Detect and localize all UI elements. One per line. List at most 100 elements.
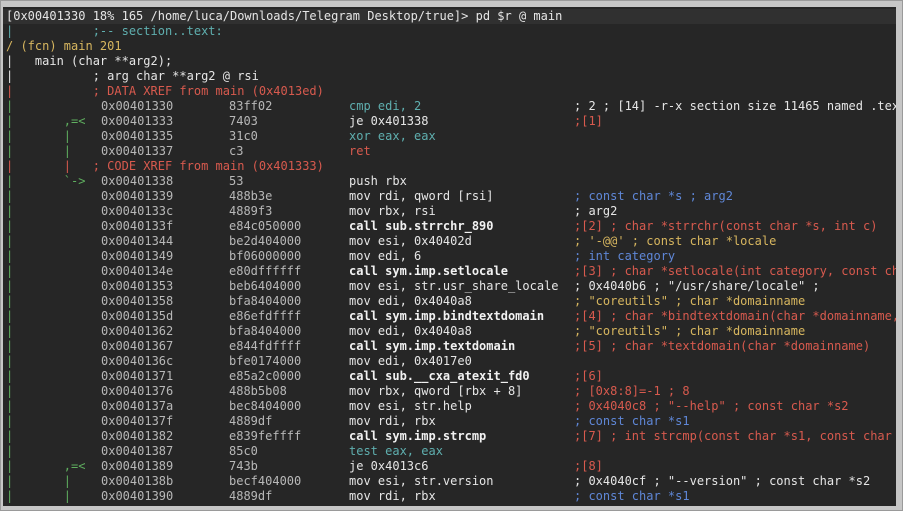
instruction-mnemonic: je 0x4013c6 <box>349 459 429 473</box>
disasm-line: | 0x0040133c 4889f3 mov rbx, rsi ; arg2 <box>3 204 896 219</box>
instruction-address: 0x00401390 <box>101 489 174 503</box>
flow-gutter: | | <box>6 474 72 488</box>
window-frame: [0x00401330 18% 165 /home/luca/Downloads… <box>0 0 903 511</box>
instruction-mnemonic: mov rbx, rsi <box>349 204 436 218</box>
flow-gutter: | <box>6 384 14 398</box>
instruction-bytes: e86efdffff <box>229 309 302 323</box>
instruction-address: 0x0040138b <box>101 474 174 488</box>
disasm-line: | 0x00401376 488b5b08 mov rbx, qword [rbx +… <box>3 384 896 399</box>
instruction-address: 0x0040133c <box>101 204 174 218</box>
disasm-line: | 0x0040137f 4889df mov rdi, rbx ; const cha… <box>3 414 896 429</box>
disasm-line: | 0x0040135d e86efdffff call sym.imp.bindte… <box>3 309 896 324</box>
instruction-address: 0x0040136c <box>101 354 174 368</box>
annotation-line: | ;-- section..text: <box>6 24 223 38</box>
flow-gutter: | <box>6 264 14 278</box>
instruction-mnemonic: mov rdi, qword [rsi] <box>349 189 494 203</box>
instruction-mnemonic: mov edi, 0x4017e0 <box>349 354 472 368</box>
disasm-line: | 0x00401387 85c0 test eax, eax <box>3 444 896 459</box>
flow-gutter: | <box>6 309 14 323</box>
instruction-comment: ;[5] ; char *textdomain(char *domainname… <box>574 339 871 353</box>
flow-gutter: | <box>6 414 14 428</box>
instruction-address: 0x00401376 <box>101 384 174 398</box>
instruction-comment: ; 2 ; [14] -r-x section size 11465 named… <box>574 99 896 113</box>
flow-gutter: | <box>6 99 14 113</box>
instruction-address: 0x00401335 <box>101 129 174 143</box>
instruction-bytes: e844fdffff <box>229 339 302 353</box>
instruction-address: 0x00401371 <box>101 369 174 383</box>
instruction-mnemonic: xor eax, eax <box>349 129 436 143</box>
instruction-bytes: 4889df <box>229 489 273 503</box>
instruction-comment: ;[6] <box>574 369 603 383</box>
disasm-line: | 0x00401362 bfa8404000 mov edi, 0x4040a8 ; … <box>3 324 896 339</box>
disasm-line: | `-> 0x00401338 53 push rbx <box>3 174 896 189</box>
instruction-mnemonic: ret <box>349 144 371 158</box>
instruction-address: 0x0040135d <box>101 309 174 323</box>
flow-gutter: | <box>6 429 14 443</box>
instruction-address: 0x00401358 <box>101 294 174 308</box>
instruction-comment: ; "coreutils" ; char *domainname <box>574 324 806 338</box>
disasm-line: | 0x0040133f e84c050000 call sub.strrchr_89… <box>3 219 896 234</box>
instruction-comment: ;[2] ; char *strrchr(const char *s, int … <box>574 219 878 233</box>
instruction-bytes: bfe0174000 <box>229 354 302 368</box>
instruction-address: 0x00401344 <box>101 234 174 248</box>
instruction-comment: ;[7] ; int strcmp(const char *s1, const … <box>574 429 896 443</box>
flow-gutter: | <box>6 204 14 218</box>
instruction-comment: ; "coreutils" ; char *domainname <box>574 294 806 308</box>
annotation-line: | ; DATA XREF from main (0x4013ed) <box>6 84 324 98</box>
instruction-bytes: e839feffff <box>229 429 302 443</box>
disasm-line: | | 0x00401335 31c0 xor eax, eax <box>3 129 896 144</box>
instruction-bytes: bec8404000 <box>229 399 302 413</box>
disasm-line: | | ; CODE XREF from main (0x401333) <box>3 159 896 174</box>
disasm-line: | | 0x00401337 c3 ret <box>3 144 896 159</box>
instruction-mnemonic: mov esi, 0x40402d <box>349 234 472 248</box>
instruction-address: 0x00401387 <box>101 444 174 458</box>
flow-gutter: | <box>6 249 14 263</box>
instruction-bytes: 743b <box>229 459 258 473</box>
arg-annotation: | ; arg char **arg2 @ rsi <box>6 69 259 83</box>
instruction-comment: ; const char *s ; arg2 <box>574 189 733 203</box>
disasm-line: | ,=< 0x00401333 7403 je 0x401338 ;[1] <box>3 114 896 129</box>
disasm-line: | 0x00401339 488b3e mov rdi, qword [rsi] ; c… <box>3 189 896 204</box>
instruction-mnemonic: test eax, eax <box>349 444 443 458</box>
instruction-address: 0x0040137f <box>101 414 174 428</box>
instruction-bytes: 4889df <box>229 414 273 428</box>
disasm-line: | ;-- section..text: <box>3 24 896 39</box>
prompt-line: [0x00401330 18% 165 /home/luca/Downloads… <box>3 9 896 24</box>
instruction-address: 0x00401367 <box>101 339 174 353</box>
instruction-address: 0x00401389 <box>101 459 174 473</box>
instruction-mnemonic: call sym.imp.textdomain <box>349 339 516 353</box>
instruction-mnemonic: call sym.imp.bindtextdomain <box>349 309 545 323</box>
disasm-line: | 0x00401382 e839feffff call sym.imp.strcmp… <box>3 429 896 444</box>
instruction-bytes: beb6404000 <box>229 279 302 293</box>
flow-gutter: | <box>6 219 14 233</box>
instruction-mnemonic: mov rdi, rbx <box>349 414 436 428</box>
function-header: / (fcn) main 201 <box>6 39 122 53</box>
instruction-address: 0x00401349 <box>101 249 174 263</box>
instruction-bytes: 488b5b08 <box>229 384 287 398</box>
instruction-address: 0x00401362 <box>101 324 174 338</box>
flow-gutter: | <box>6 324 14 338</box>
flow-gutter: | ,=< <box>6 459 86 473</box>
flow-gutter: | `-> <box>6 174 86 188</box>
disasm-line: | 0x00401353 beb6404000 mov esi, str.usr_sh… <box>3 279 896 294</box>
instruction-mnemonic: cmp edi, 2 <box>349 99 422 113</box>
instruction-mnemonic: je 0x401338 <box>349 114 429 128</box>
instruction-comment: ; const char *s1 <box>574 414 690 428</box>
instruction-comment: ; int category <box>574 249 676 263</box>
instruction-address: 0x00401330 <box>101 99 174 113</box>
instruction-comment: ; '-@@' ; const char *locale <box>574 234 777 248</box>
instruction-address: 0x00401337 <box>101 144 174 158</box>
disasm-line: | 0x00401344 be2d404000 mov esi, 0x40402d ; … <box>3 234 896 249</box>
instruction-comment: ;[4] ; char *bindtextdomain(char *domain… <box>574 309 896 323</box>
instruction-bytes: e80dffffff <box>229 264 302 278</box>
flow-gutter: | | <box>6 489 72 503</box>
disasm-line: | main (char **arg2); <box>3 54 896 69</box>
instruction-bytes: be2d404000 <box>229 234 302 248</box>
disasm-line: / (fcn) main 201 <box>3 39 896 54</box>
instruction-mnemonic: mov esi, str.usr_share_locale <box>349 279 559 293</box>
instruction-comment: ; 0x4040b6 ; "/usr/share/locale" ; <box>574 279 820 293</box>
instruction-mnemonic: call sym.imp.setlocale <box>349 264 508 278</box>
instruction-comment: ; arg2 <box>574 204 618 218</box>
instruction-mnemonic: mov edi, 0x4040a8 <box>349 294 472 308</box>
terminal[interactable]: [0x00401330 18% 165 /home/luca/Downloads… <box>3 7 896 506</box>
